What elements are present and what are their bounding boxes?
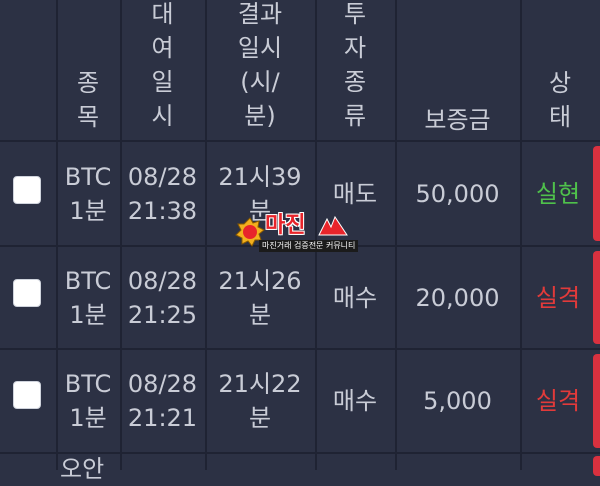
row-accent-bar — [593, 146, 600, 241]
flame-number-icon — [318, 215, 348, 236]
header-type-text: 목 — [76, 103, 100, 131]
row-accent-bar — [593, 354, 600, 448]
row-result-time: 21시26 분 — [205, 247, 315, 348]
result-time: 21시26 — [218, 266, 302, 295]
row-direction: 매수 — [315, 247, 395, 348]
header-deposit-text: 보증금 — [424, 106, 491, 134]
row-product: BTC 1분 — [56, 350, 120, 452]
header-status-text: 태 — [548, 103, 572, 131]
product-name: BTC — [64, 266, 112, 295]
row-product: BTC 1분 — [56, 247, 120, 348]
row-status: 실현 — [520, 142, 596, 245]
result-time: 21시39 — [218, 162, 302, 191]
header-type-text: 종 — [76, 69, 100, 97]
trade-history-table: 종 목 대 여 일 시 결과 일시 (시/ 분) 투 자 종 류 보증금 상 태… — [0, 0, 600, 483]
entry-time: 21:38 — [127, 196, 198, 225]
header-status-text: 상 — [548, 69, 572, 97]
entry-date: 08/28 — [127, 266, 198, 295]
header-type: 종 목 — [56, 60, 120, 140]
header-entry-text: 시 — [151, 102, 174, 130]
header-entry-text: 대 — [151, 0, 174, 28]
status-badge: 실격 — [535, 387, 581, 415]
watermark-title: 마진 — [265, 213, 306, 238]
partial-row-text: 오안 — [60, 455, 105, 483]
row-product: BTC 1분 — [56, 142, 120, 245]
row-checkbox[interactable] — [13, 381, 41, 409]
entry-date: 08/28 — [127, 370, 198, 398]
header-result-text: 일시 — [237, 34, 283, 62]
result-time-unit: 분 — [248, 300, 272, 329]
direction-text: 매수 — [332, 387, 378, 415]
amount-text: 50,000 — [415, 179, 500, 208]
header-entry-text: 여 — [151, 34, 174, 62]
header-invest-text: 자 — [343, 34, 367, 62]
header-invest-text: 류 — [343, 102, 367, 130]
header-result-text: 결과 — [237, 0, 283, 28]
row-accent-bar — [593, 456, 600, 476]
header-status: 상 태 — [520, 60, 600, 140]
result-time: 21시22 — [218, 370, 302, 398]
row-entry-time: 08/28 21:25 — [120, 247, 205, 348]
status-badge: 실현 — [535, 179, 581, 208]
product-name: BTC — [64, 370, 112, 398]
product-interval: 1분 — [69, 196, 107, 225]
header-invest-text: 투 — [343, 0, 367, 28]
row-amount: 20,000 — [395, 247, 520, 348]
header-deposit: 보증금 — [395, 100, 520, 140]
header-result-text: (시/ — [240, 68, 280, 96]
row-checkbox[interactable] — [13, 176, 41, 204]
product-interval: 1분 — [69, 404, 107, 432]
result-time-unit: 분 — [248, 404, 272, 432]
row-accent-bar — [593, 251, 600, 344]
entry-time: 21:21 — [127, 404, 198, 432]
row-result-time: 21시22 분 — [205, 350, 315, 452]
row-entry-time: 08/28 21:21 — [120, 350, 205, 452]
row-amount: 5,000 — [395, 350, 520, 452]
row-direction: 매수 — [315, 350, 395, 452]
product-name: BTC — [64, 162, 112, 191]
direction-text: 매도 — [332, 179, 378, 208]
row-status: 실격 — [520, 350, 596, 452]
header-entry-text: 일 — [151, 68, 174, 96]
watermark-logo: 마진 마진거래 검증전문 커뮤니티 — [235, 213, 365, 257]
header-entry-time: 대 여 일 시 — [120, 0, 205, 140]
entry-time: 21:25 — [127, 300, 198, 329]
header-invest-type: 투 자 종 류 — [315, 0, 395, 140]
row-entry-time: 08/28 21:38 — [120, 142, 205, 245]
product-interval: 1분 — [69, 300, 107, 329]
watermark-subtitle: 마진거래 검증전문 커뮤니티 — [259, 240, 359, 252]
header-result-text: 분) — [244, 102, 276, 130]
header-result-time: 결과 일시 (시/ 분) — [205, 0, 315, 140]
header-invest-text: 종 — [343, 68, 367, 96]
status-badge: 실격 — [535, 283, 581, 312]
amount-text: 5,000 — [423, 387, 492, 415]
direction-text: 매수 — [332, 283, 378, 312]
entry-date: 08/28 — [127, 162, 198, 191]
amount-text: 20,000 — [415, 283, 500, 312]
row-status: 실격 — [520, 247, 596, 348]
row-amount: 50,000 — [395, 142, 520, 245]
row-checkbox[interactable] — [13, 279, 41, 307]
